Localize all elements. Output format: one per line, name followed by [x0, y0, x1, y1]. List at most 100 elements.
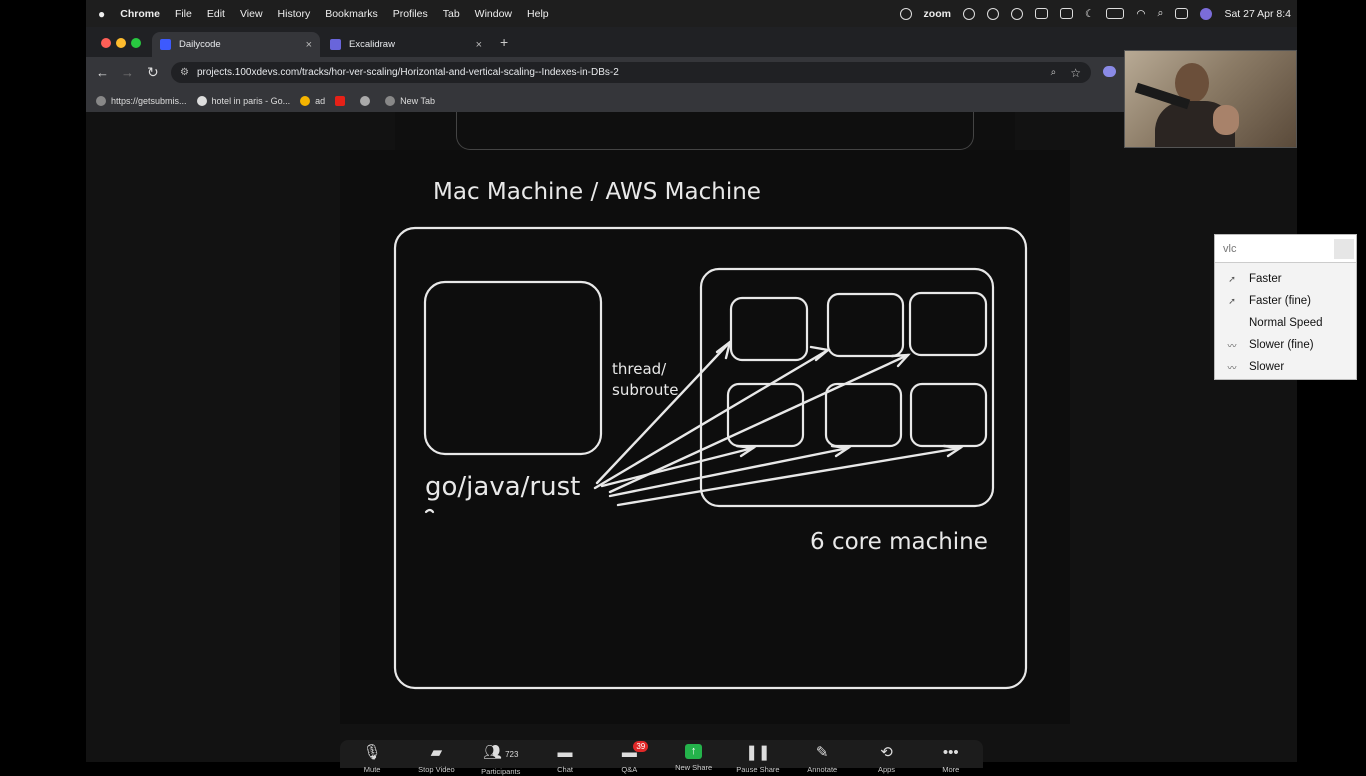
vlc-item-slower[interactable]: 〰 Slower: [1215, 356, 1356, 378]
participants-count: 723: [505, 750, 519, 759]
cursor-mark: [424, 508, 435, 514]
zoom-status-label[interactable]: zoom: [924, 8, 951, 20]
pause-share-button[interactable]: ❚❚ Pause Share: [728, 744, 788, 774]
core-box-1: [729, 296, 809, 362]
apple-icon[interactable]: ●: [98, 7, 105, 21]
siri-icon[interactable]: [1200, 7, 1213, 20]
menu-file[interactable]: File: [175, 8, 192, 20]
close-window-button[interactable]: [101, 38, 111, 48]
more-button[interactable]: ••• More: [921, 744, 981, 774]
menu-help[interactable]: Help: [527, 8, 549, 20]
annotate-button[interactable]: ✎ Annotate: [792, 744, 852, 774]
tab-dailycode[interactable]: Dailycode ×: [152, 32, 320, 57]
mac-menu-bar: ● Chrome File Edit View History Bookmark…: [86, 0, 1297, 27]
menu-bookmarks[interactable]: Bookmarks: [325, 8, 378, 20]
bookmark-star-icon[interactable]: ☆: [1070, 66, 1081, 80]
stop-video-button[interactable]: ▰ Stop Video: [406, 744, 466, 774]
tab-close-icon[interactable]: ×: [306, 39, 312, 51]
menu-edit[interactable]: Edit: [207, 8, 225, 20]
camera-status-icon[interactable]: [962, 7, 975, 20]
menu-window[interactable]: Window: [475, 8, 512, 20]
share-arrow-icon: ↑: [685, 744, 703, 759]
url-text[interactable]: projects.100xdevs.com/tracks/hor-ver-sca…: [197, 67, 619, 78]
minimize-window-button[interactable]: [116, 38, 126, 48]
status-icon[interactable]: [899, 7, 912, 20]
battery-icon[interactable]: [1106, 8, 1125, 19]
vlc-item-slower-fine[interactable]: 〰 Slower (fine): [1215, 334, 1356, 356]
pause-icon: ❚❚: [745, 744, 771, 761]
clear-button[interactable]: [1334, 238, 1354, 259]
vlc-item-faster[interactable]: ➚ Faster: [1215, 268, 1356, 290]
extension-icon[interactable]: [1103, 66, 1116, 77]
vlc-command-palette: vlc ➚ Faster ➚ Faster (fine) Normal Speed …: [1214, 234, 1357, 380]
slide-title: Mac Machine / AWS Machine: [433, 179, 761, 205]
video-camera-icon: ▰: [430, 744, 443, 761]
datetime[interactable]: Sat 27 Apr 8:4: [1224, 8, 1291, 20]
subroutine-label: subroute: [612, 381, 679, 399]
core-box-3: [908, 291, 988, 357]
process-box: [423, 280, 603, 456]
thread-label: thread/: [612, 360, 667, 378]
apps-icon: ⟲: [880, 744, 893, 761]
wifi-icon[interactable]: ◠: [1136, 8, 1145, 20]
bookmark-youtube[interactable]: [335, 95, 350, 106]
forward-arrow-icon[interactable]: →: [121, 65, 134, 80]
extension-icon[interactable]: [1034, 8, 1048, 19]
zoom-magnifier-icon[interactable]: ⌕: [1051, 67, 1057, 78]
participants-button[interactable]: 👥︎ 723 Participants: [471, 744, 531, 776]
qa-button[interactable]: ▬ 39 Q&A: [599, 741, 659, 774]
menu-app-name[interactable]: Chrome: [120, 8, 160, 20]
maximize-window-button[interactable]: [131, 38, 141, 48]
menu-view[interactable]: View: [240, 8, 263, 20]
more-dots-icon: •••: [942, 744, 959, 761]
search-icon[interactable]: ⌕: [1158, 7, 1164, 20]
tab-title: Dailycode: [179, 39, 221, 50]
core-box-4: [726, 382, 805, 448]
list-status-icon[interactable]: [986, 7, 999, 20]
menu-tab[interactable]: Tab: [443, 8, 460, 20]
core-machine-label: 6 core machine: [810, 529, 988, 555]
github-icon: [360, 95, 371, 106]
pencil-icon: ✎: [815, 744, 829, 761]
chat-bubble-icon: ▬: [557, 744, 573, 761]
bookmark-getsubmis[interactable]: https://getsubmis...: [96, 95, 187, 106]
menu-history[interactable]: History: [278, 8, 311, 20]
tab-excalidraw[interactable]: Excalidraw ×: [322, 32, 490, 57]
chat-button[interactable]: ▬ Chat: [535, 744, 595, 774]
slow-down-icon: 〰: [1227, 362, 1237, 373]
core-box-5: [824, 382, 903, 448]
menu-profiles[interactable]: Profiles: [393, 8, 428, 20]
participants-icon: 👥︎ 723: [483, 744, 519, 761]
youtube-icon: [335, 95, 346, 106]
mute-button[interactable]: 🎙︎ Mute: [342, 744, 402, 774]
ad-icon: [300, 95, 311, 106]
dailycode-favicon-icon: [160, 39, 171, 50]
apps-button[interactable]: ⟲ Apps: [857, 744, 917, 774]
speed-up-icon: ➚: [1228, 295, 1236, 306]
qa-badge: 39: [633, 741, 649, 752]
moon-icon[interactable]: ☾: [1085, 8, 1094, 20]
microphone-icon: 🎙︎: [362, 744, 382, 761]
google-icon: [196, 95, 207, 106]
vlc-search-input[interactable]: vlc: [1215, 235, 1356, 263]
site-settings-icon[interactable]: ⚙: [180, 67, 189, 78]
bookmark-new-tab[interactable]: New Tab: [385, 95, 435, 106]
back-arrow-icon[interactable]: ←: [96, 65, 109, 80]
reload-icon[interactable]: ↻: [147, 64, 159, 81]
display-icon[interactable]: [1059, 8, 1073, 19]
vlc-item-faster-fine[interactable]: ➚ Faster (fine): [1215, 290, 1356, 312]
webcam-overlay[interactable]: [1124, 50, 1297, 148]
address-bar[interactable]: ⚙ projects.100xdevs.com/tracks/hor-ver-s…: [171, 62, 1091, 83]
recording-status-icon[interactable]: [1010, 7, 1023, 20]
control-center-icon[interactable]: [1175, 8, 1189, 19]
core-box-2: [826, 292, 905, 358]
new-tab-button[interactable]: +: [500, 34, 508, 50]
bookmark-ad[interactable]: ad: [300, 95, 325, 106]
tab-close-icon[interactable]: ×: [476, 39, 482, 51]
bookmark-github[interactable]: [360, 95, 375, 106]
tab-title: Excalidraw: [349, 39, 395, 50]
bookmark-hotel-paris[interactable]: hotel in paris - Go...: [196, 95, 290, 106]
vlc-item-normal-speed[interactable]: Normal Speed: [1215, 312, 1356, 334]
excalidraw-favicon-icon: [330, 39, 341, 50]
vlc-search-text[interactable]: vlc: [1223, 243, 1236, 255]
